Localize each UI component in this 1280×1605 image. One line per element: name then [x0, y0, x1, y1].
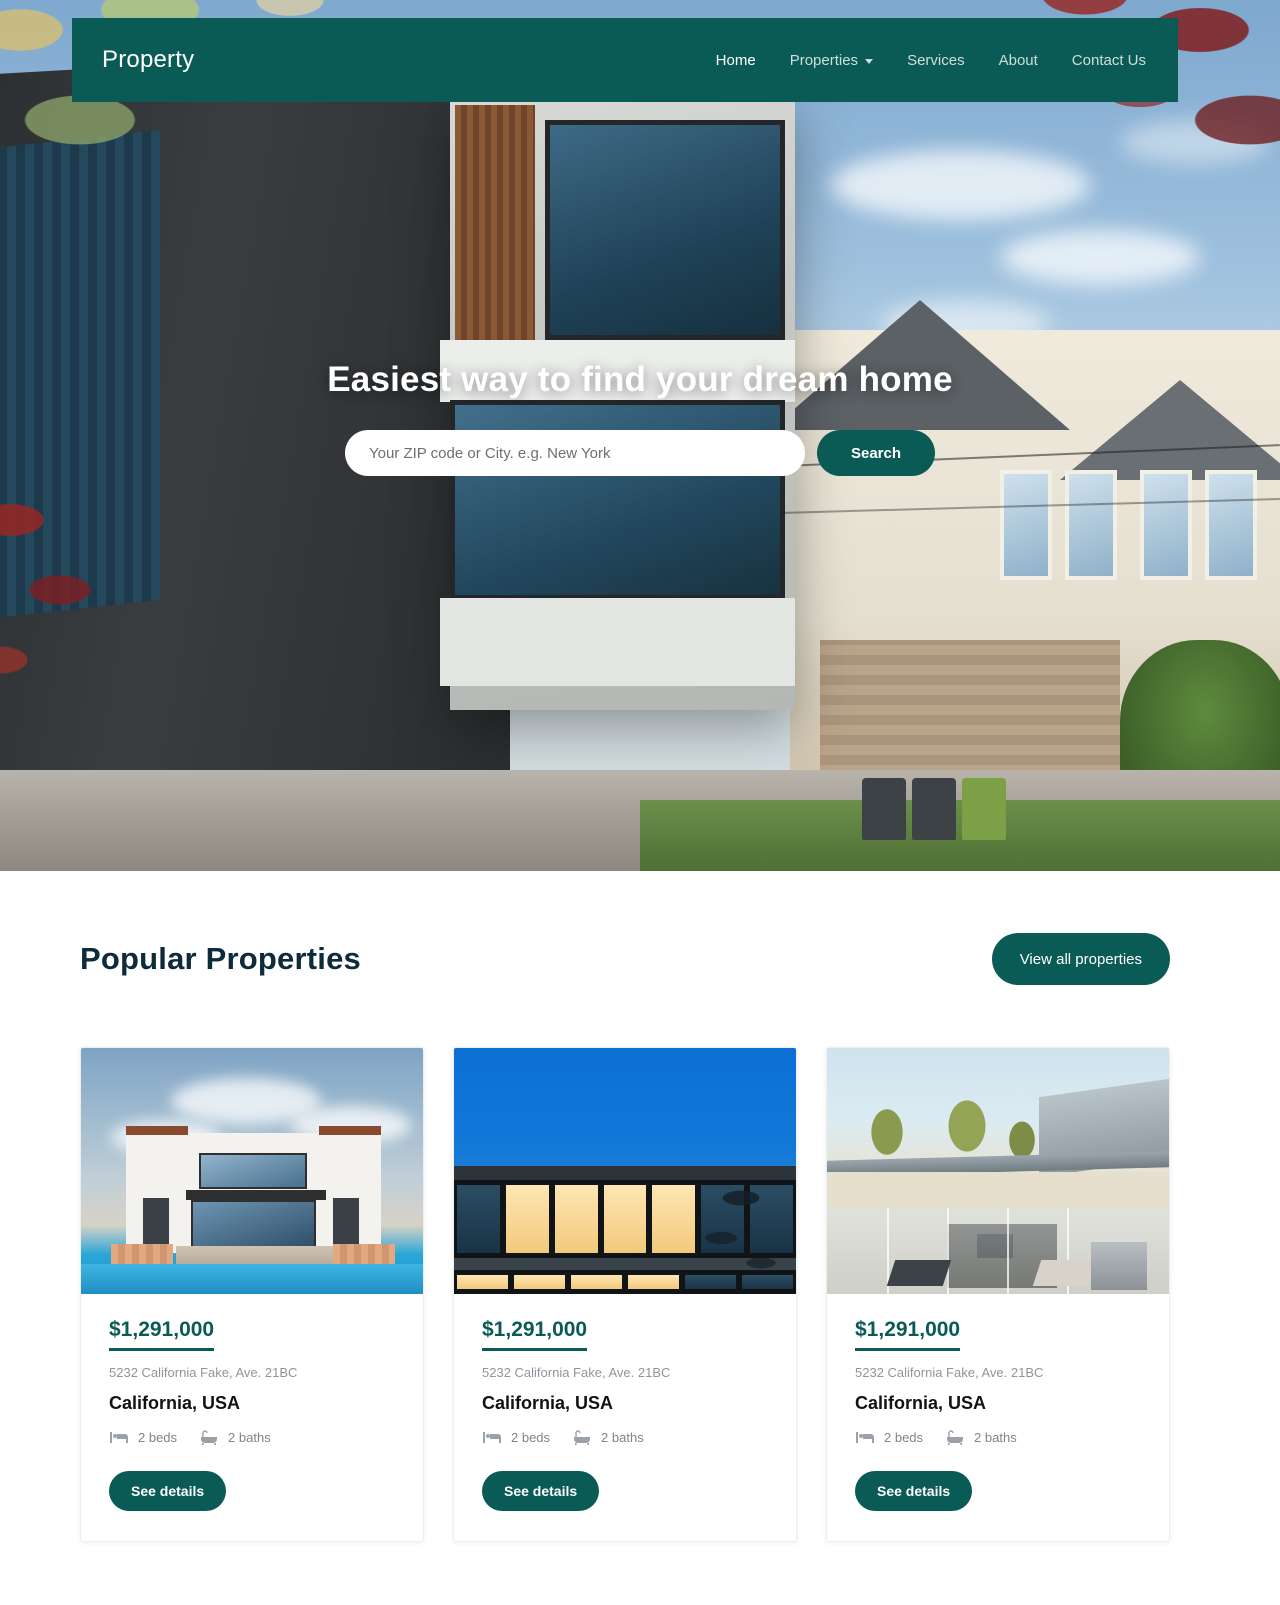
beds-meta: 2 beds [855, 1430, 923, 1445]
cloud-shape [1120, 120, 1270, 164]
house-window [1205, 470, 1257, 580]
baths-meta: 2 baths [572, 1430, 644, 1445]
search-input[interactable] [344, 430, 805, 476]
site-logo[interactable]: Property [102, 46, 194, 74]
baths-label: 2 baths [228, 1430, 271, 1445]
property-card[interactable]: $1,291,000 5232 California Fake, Ave. 21… [80, 1047, 424, 1542]
property-image [81, 1048, 423, 1294]
property-address: 5232 California Fake, Ave. 21BC [109, 1365, 298, 1380]
beds-label: 2 beds [511, 1430, 551, 1445]
hero-banner: Property Home Properties Services About … [0, 0, 1280, 871]
house-window [1065, 470, 1117, 580]
nav-links: Home Properties Services About Contact U… [716, 52, 1146, 69]
outdoor-grill [1091, 1242, 1147, 1290]
nav-item-services[interactable]: Services [907, 52, 965, 69]
beds-label: 2 beds [884, 1430, 924, 1445]
popular-properties-section: Popular Properties View all properties $… [0, 871, 1280, 1542]
see-details-button[interactable]: See details [109, 1471, 227, 1511]
beds-meta: 2 beds [109, 1430, 177, 1445]
main-navigation-bar: Property Home Properties Services About … [72, 18, 1178, 102]
property-location: California, USA [855, 1393, 987, 1413]
bed-icon [482, 1430, 502, 1445]
house-window [1000, 470, 1052, 580]
baths-label: 2 baths [601, 1430, 644, 1445]
property-address: 5232 California Fake, Ave. 21BC [482, 1365, 671, 1380]
house-window [1140, 470, 1192, 580]
trash-bin [862, 778, 906, 840]
see-details-button[interactable]: See details [482, 1471, 600, 1511]
nav-item-label: Home [715, 51, 756, 69]
bathtub-icon [199, 1430, 219, 1445]
building-glass-upper [545, 120, 785, 340]
bed-icon [855, 1430, 875, 1445]
recycling-bin [962, 778, 1006, 840]
bathtub-icon [945, 1430, 965, 1445]
cloud-shape [1000, 230, 1200, 285]
nav-item-about[interactable]: About [999, 52, 1038, 69]
property-card-body: $1,291,000 5232 California Fake, Ave. 21… [827, 1294, 1169, 1541]
property-location: California, USA [482, 1393, 614, 1413]
section-title: Popular Properties [80, 941, 361, 976]
property-card[interactable]: $1,291,000 5232 California Fake, Ave. 21… [453, 1047, 797, 1542]
search-button[interactable]: Search [816, 430, 936, 476]
baths-meta: 2 baths [199, 1430, 271, 1445]
hero-title: Easiest way to find your dream home [327, 360, 953, 399]
hero-search-row: Search [0, 430, 1280, 476]
property-location: California, USA [109, 1393, 241, 1413]
property-card[interactable]: $1,291,000 5232 California Fake, Ave. 21… [826, 1047, 1170, 1542]
bed-icon [109, 1430, 129, 1445]
swimming-pool [81, 1264, 423, 1294]
property-price: $1,291,000 [482, 1318, 588, 1351]
property-card-body: $1,291,000 5232 California Fake, Ave. 21… [81, 1294, 423, 1541]
trash-bin [912, 778, 956, 840]
view-all-properties-button[interactable]: View all properties [991, 933, 1170, 985]
nav-item-properties[interactable]: Properties [789, 51, 874, 69]
building-band-lower [440, 598, 795, 686]
property-card-list: $1,291,000 5232 California Fake, Ave. 21… [0, 985, 1280, 1542]
property-image [454, 1048, 796, 1294]
section-header: Popular Properties View all properties [0, 871, 1280, 985]
property-card-body: $1,291,000 5232 California Fake, Ave. 21… [454, 1294, 796, 1541]
nav-item-contact-us[interactable]: Contact Us [1072, 52, 1146, 69]
chevron-down-icon [865, 58, 874, 64]
baths-label: 2 baths [974, 1430, 1017, 1445]
beds-label: 2 beds [138, 1430, 178, 1445]
property-address: 5232 California Fake, Ave. 21BC [855, 1365, 1044, 1380]
nav-item-label: Properties [789, 51, 859, 69]
property-meta: 2 beds 2 baths [109, 1430, 395, 1445]
property-price: $1,291,000 [109, 1318, 215, 1351]
nav-item-label: Contact Us [1071, 51, 1146, 69]
nav-item-label: About [998, 51, 1038, 69]
property-image [827, 1048, 1169, 1294]
nav-item-label: Services [907, 51, 965, 69]
bare-tree [696, 1168, 786, 1294]
property-price: $1,291,000 [855, 1318, 961, 1351]
nav-item-home[interactable]: Home [716, 52, 756, 69]
bathtub-icon [572, 1430, 592, 1445]
baths-meta: 2 baths [945, 1430, 1017, 1445]
property-meta: 2 beds 2 baths [482, 1430, 768, 1445]
see-details-button[interactable]: See details [855, 1471, 973, 1511]
hero-content: Easiest way to find your dream home Sear… [0, 360, 1280, 476]
lawn [640, 800, 1280, 871]
property-meta: 2 beds 2 baths [855, 1430, 1141, 1445]
cloud-shape [830, 150, 1090, 220]
beds-meta: 2 beds [482, 1430, 550, 1445]
